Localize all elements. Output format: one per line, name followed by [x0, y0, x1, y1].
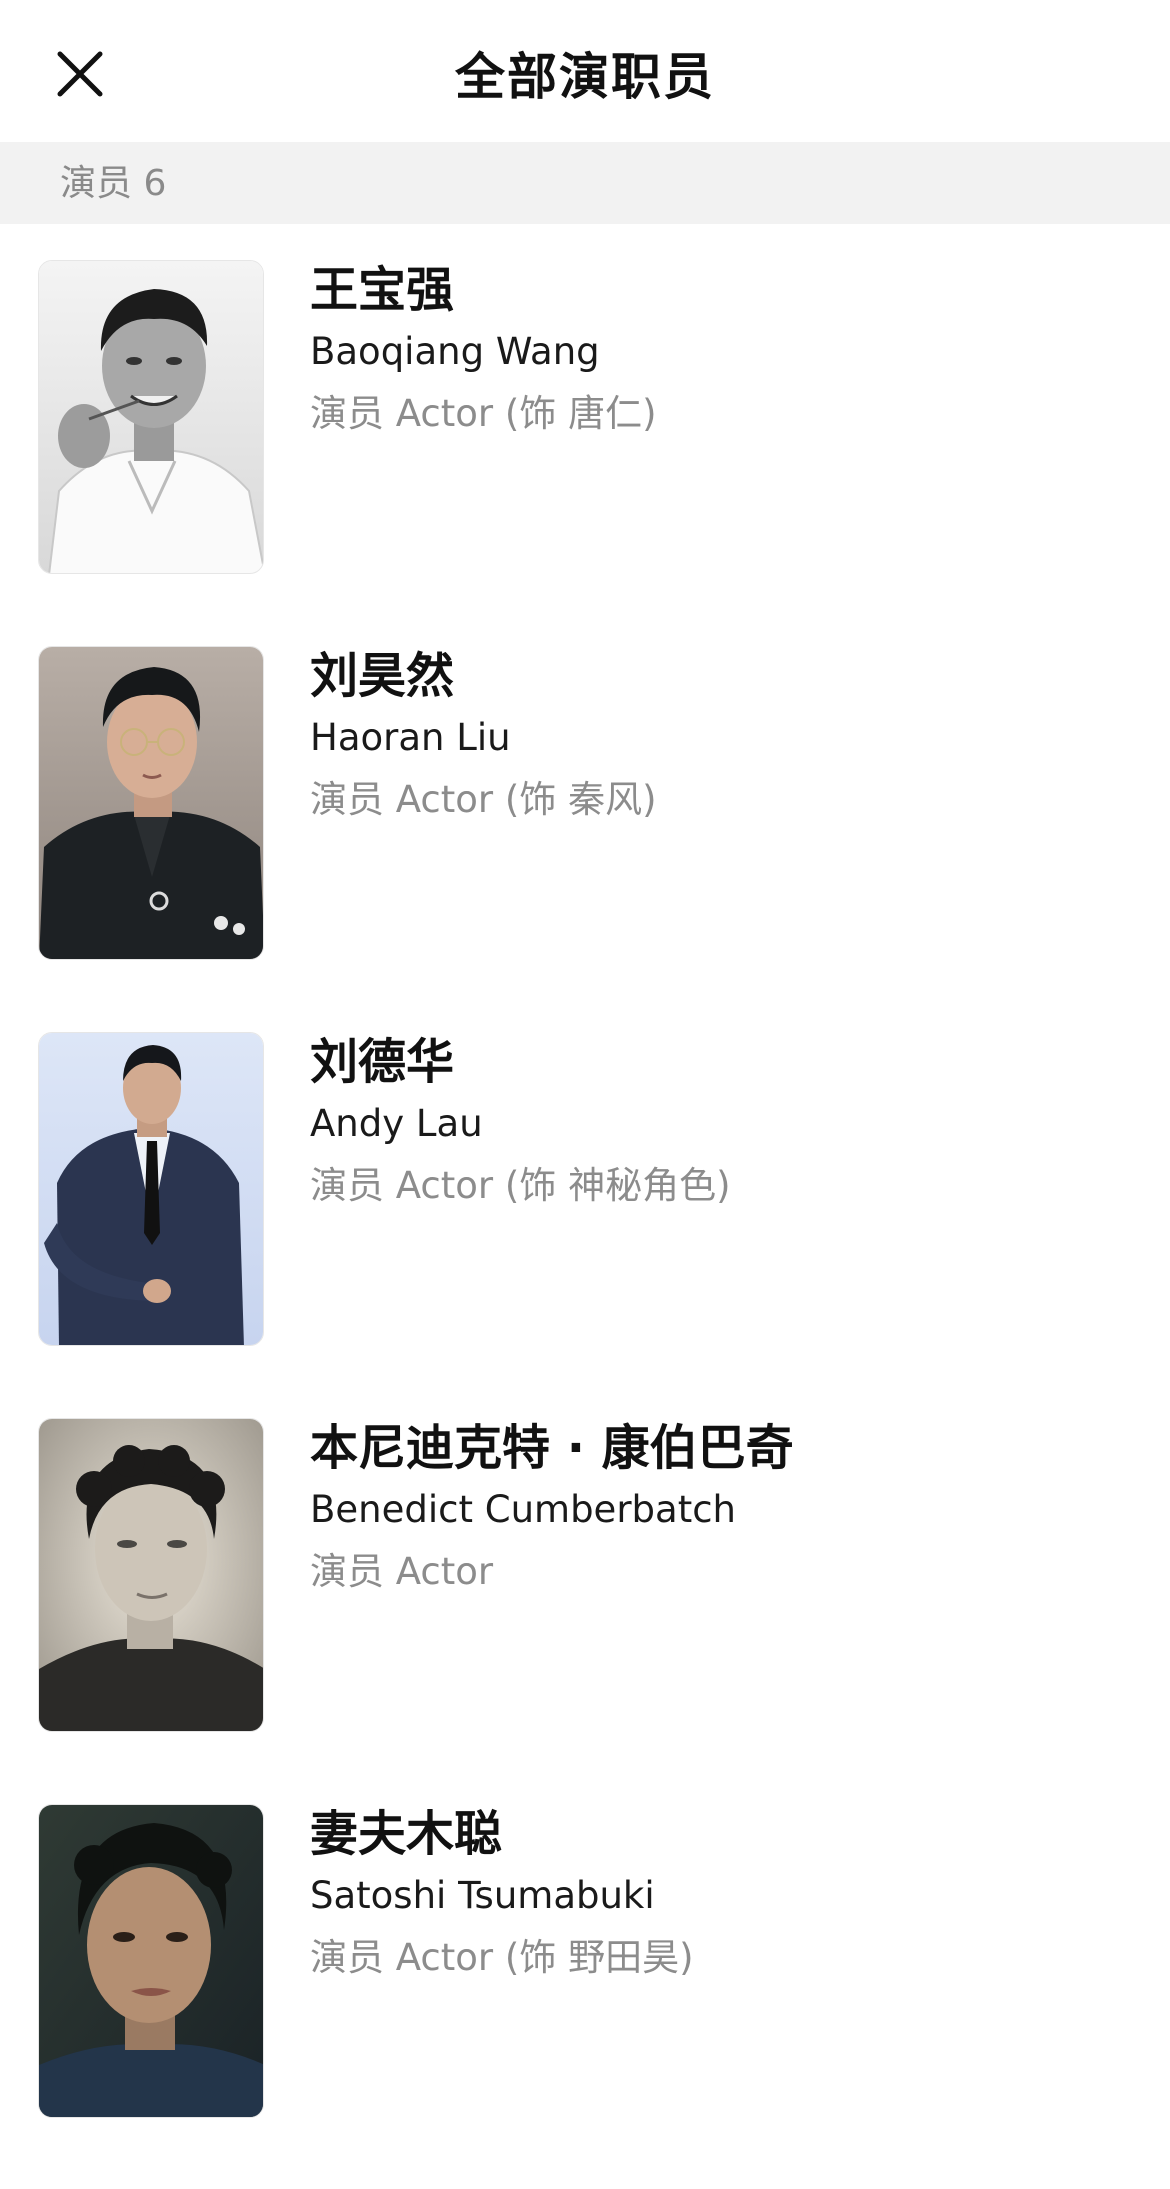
actor-name-chinese: 本尼迪克特 · 康伯巴奇 — [310, 1420, 794, 1476]
section-label-actors: 演员 6 — [60, 163, 167, 204]
cast-item[interactable]: 王宝强 Baoqiang Wang 演员 Actor (饰 唐仁) — [0, 224, 1170, 610]
actor-name-chinese: 刘德华 — [310, 1034, 455, 1090]
actor-role: 演员 Actor — [310, 1550, 494, 1593]
actor-photo — [38, 1032, 264, 1346]
actor-name-english: Andy Lau — [310, 1102, 483, 1145]
cast-item[interactable]: 本尼迪克特 · 康伯巴奇 Benedict Cumberbatch 演员 Act… — [0, 1382, 1170, 1768]
actor-name-english: Haoran Liu — [310, 716, 511, 759]
cast-item[interactable]: 刘德华 Andy Lau 演员 Actor (饰 神秘角色) — [0, 996, 1170, 1382]
page-title: 全部演职员 — [455, 48, 715, 106]
actor-name-english: Benedict Cumberbatch — [310, 1488, 736, 1531]
actor-role: 演员 Actor (饰 野田昊) — [310, 1936, 694, 1979]
cast-item[interactable]: 刘昊然 Haoran Liu 演员 Actor (饰 秦风) — [0, 610, 1170, 996]
actor-name-english: Baoqiang Wang — [310, 330, 600, 373]
cast-item[interactable]: 妻夫木聪 Satoshi Tsumabuki 演员 Actor (饰 野田昊) — [0, 1768, 1170, 2154]
actor-name-chinese: 王宝强 — [310, 262, 455, 318]
actor-photo — [38, 260, 264, 574]
actor-name-chinese: 妻夫木聪 — [310, 1806, 503, 1862]
top-bar: 全部演职员 — [0, 0, 1170, 142]
actor-photo — [38, 1418, 264, 1732]
actor-role: 演员 Actor (饰 神秘角色) — [310, 1164, 731, 1207]
actor-photo — [38, 1804, 264, 2118]
actor-name-english: Satoshi Tsumabuki — [310, 1874, 655, 1917]
actor-role: 演员 Actor (饰 唐仁) — [310, 392, 657, 435]
actor-role: 演员 Actor (饰 秦风) — [310, 778, 657, 821]
actor-photo — [38, 646, 264, 960]
actor-name-chinese: 刘昊然 — [310, 648, 455, 704]
section-header: 演员 6 — [0, 142, 1170, 224]
